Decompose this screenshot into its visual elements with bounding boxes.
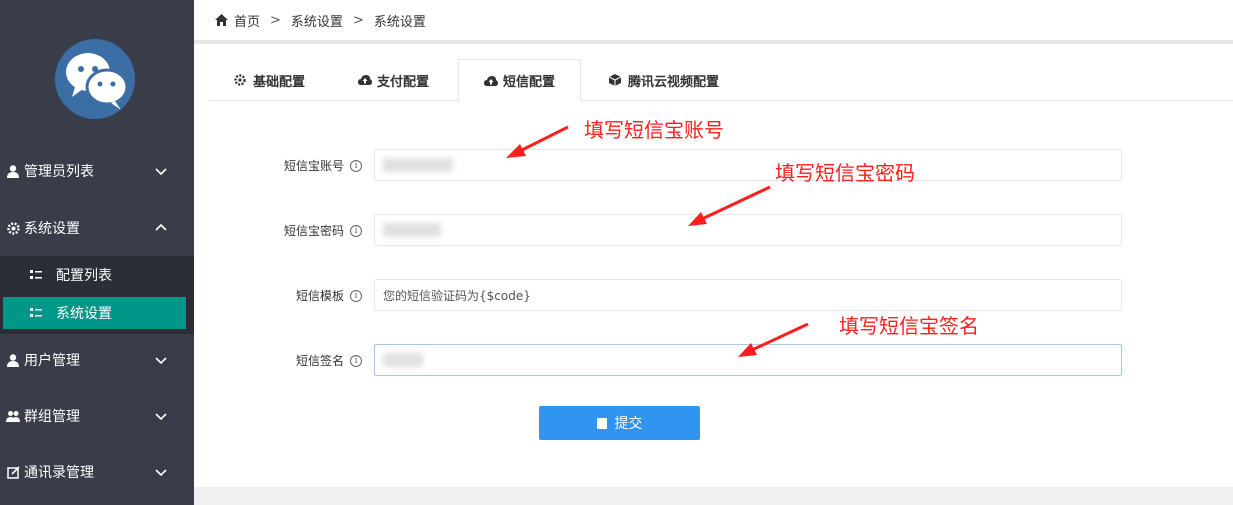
annotation-arrows: [506, 125, 809, 357]
